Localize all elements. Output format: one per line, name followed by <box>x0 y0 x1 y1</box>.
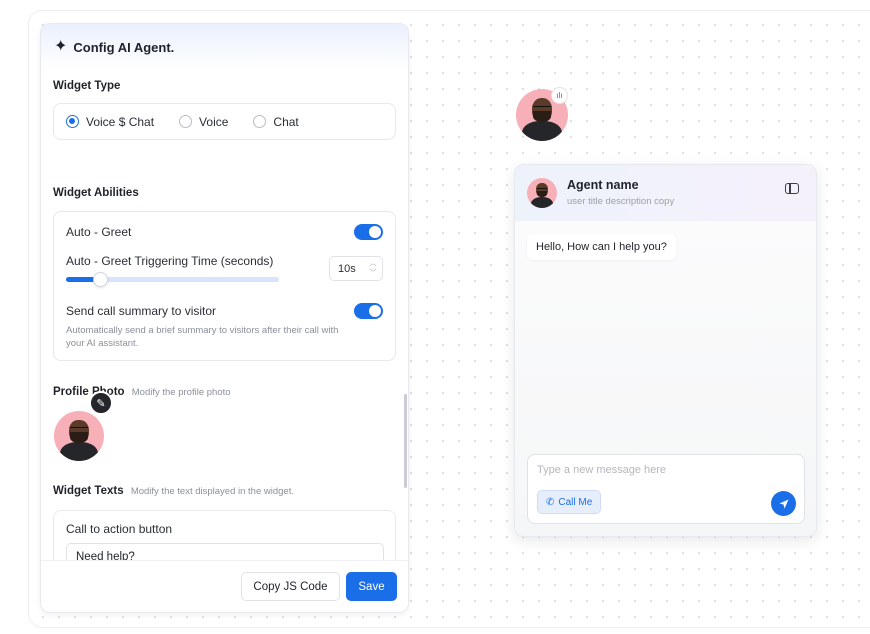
agent-name: Agent name <box>567 178 639 192</box>
agent-avatar <box>527 178 557 208</box>
cta-label: Call to action button <box>66 522 173 536</box>
radio-indicator <box>253 115 267 128</box>
trigger-time-value: 10s <box>338 263 356 275</box>
message-composer[interactable]: Type a new message here ✆ Call Me <box>527 454 805 524</box>
chat-header: Agent name user title description copy <box>515 165 816 221</box>
chat-widget-preview: Agent name user title description copy H… <box>514 164 817 537</box>
sidebar-toggle-icon[interactable] <box>785 183 799 194</box>
profile-photo-heading: Profile Photo Modify the profile photo <box>53 386 231 398</box>
widget-abilities-box: Auto - Greet Auto - Greet Triggering Tim… <box>53 211 396 361</box>
auto-greet-toggle[interactable] <box>354 224 383 240</box>
widget-texts-label: Widget Texts <box>53 485 124 497</box>
chat-body: Hello, How can I help you? Type a new me… <box>515 221 816 536</box>
slider-thumb[interactable] <box>94 273 107 286</box>
widget-type-heading: Widget Type <box>53 80 121 92</box>
panel-title: Config AI Agent. <box>73 39 175 55</box>
widget-texts-hint: Modify the text displayed in the widget. <box>130 486 294 497</box>
sparkle-icon: ✦ <box>54 38 68 55</box>
send-icon <box>779 499 788 508</box>
config-panel: ✦ Config AI Agent. Widget Type Voice $ C… <box>40 23 409 613</box>
panel-body: Widget Type Voice $ Chat Voice Chat Widg… <box>41 70 408 560</box>
radio-label: Voice <box>199 114 229 129</box>
profile-photo-label: Profile Photo <box>53 386 125 398</box>
call-me-label: Call Me <box>558 496 593 508</box>
widget-abilities-heading: Widget Abilities <box>53 187 139 199</box>
call-me-button[interactable]: ✆ Call Me <box>537 490 602 514</box>
waveform-icon: ılı <box>551 87 568 104</box>
pencil-icon[interactable]: ✎ <box>89 391 113 415</box>
profile-avatar[interactable] <box>54 411 104 461</box>
panel-header: ✦ Config AI Agent. <box>41 24 408 70</box>
widget-texts-heading: Widget Texts Modify the text displayed i… <box>53 485 294 497</box>
call-summary-description: Automatically send a brief summary to vi… <box>66 325 339 349</box>
profile-photo-hint: Modify the profile photo <box>131 387 231 398</box>
radio-label: Voice $ Chat <box>86 114 155 129</box>
stepper-arrows-icon[interactable]: ︿ ﹀ <box>367 259 379 279</box>
trigger-time-label: Auto - Greet Triggering Time (seconds) <box>66 254 274 268</box>
radio-voice[interactable]: Voice <box>179 115 228 129</box>
radio-label: Chat <box>273 114 299 129</box>
trigger-time-slider[interactable] <box>66 273 279 286</box>
trigger-time-input[interactable]: 10s ︿ ﹀ <box>329 256 383 281</box>
widget-texts-box: Call to action button <box>53 510 396 560</box>
phone-icon: ✆ <box>546 496 555 508</box>
composer-placeholder[interactable]: Type a new message here <box>537 464 666 476</box>
agent-description: user title description copy <box>567 196 675 207</box>
radio-voice-chat[interactable]: Voice $ Chat <box>66 115 154 129</box>
cta-input[interactable] <box>66 543 384 560</box>
auto-greet-label: Auto - Greet <box>66 225 132 239</box>
panel-footer: Copy JS Code Save <box>41 560 408 612</box>
save-button[interactable]: Save <box>346 572 397 601</box>
radio-indicator <box>179 115 193 128</box>
panel-scrollbar[interactable] <box>404 394 407 488</box>
greeting-message: Hello, How can I help you? <box>527 234 676 260</box>
radio-chat[interactable]: Chat <box>253 114 299 129</box>
widget-type-box: Voice $ Chat Voice Chat <box>53 103 396 140</box>
call-summary-toggle[interactable] <box>354 303 383 319</box>
copy-js-code-button[interactable]: Copy JS Code <box>241 572 340 601</box>
radio-indicator-selected <box>66 115 79 128</box>
call-summary-label: Send call summary to visitor <box>66 304 217 318</box>
send-button[interactable] <box>771 491 796 516</box>
